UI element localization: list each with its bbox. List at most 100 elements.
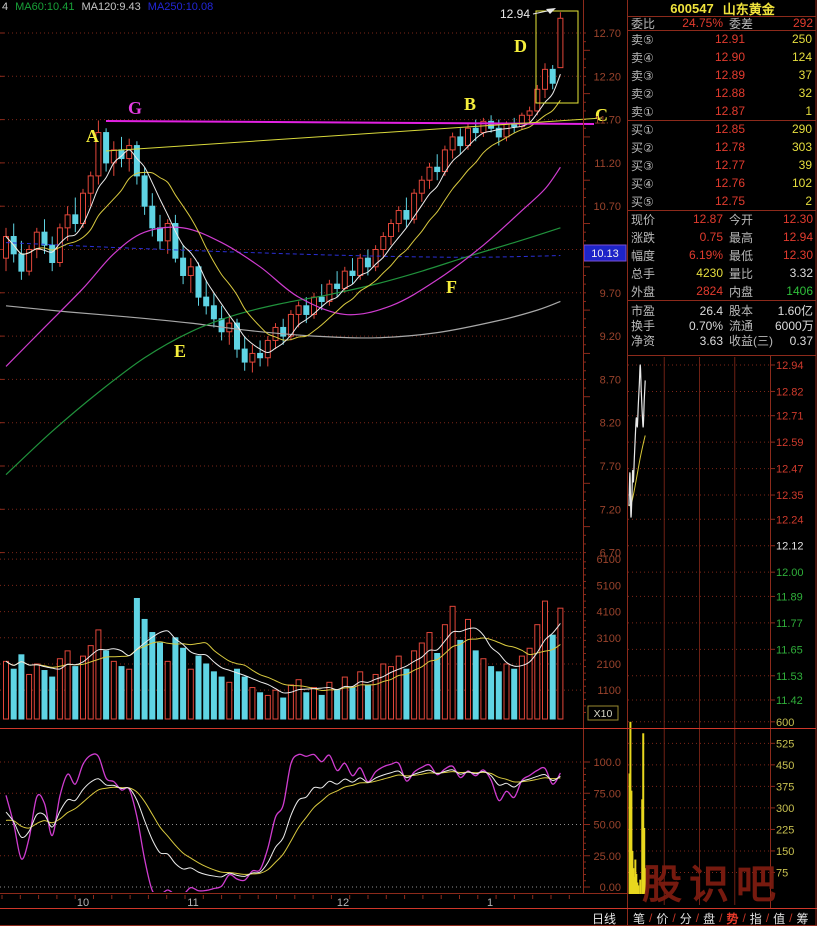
intraday-price-label: 11.77 [776, 618, 803, 630]
level-price[interactable]: 12.87 [667, 104, 745, 118]
volume-bar [50, 677, 55, 719]
annotation-letter-G: G [128, 98, 142, 118]
field-value: 12.30 [775, 212, 817, 226]
level-price[interactable]: 12.75 [667, 194, 745, 208]
ref-price-label: 10.13 [591, 248, 619, 260]
tab-0[interactable]: 笔 [630, 910, 648, 926]
month-label-1: 1 [487, 897, 493, 909]
field-label: 净资 [628, 332, 667, 349]
volume-bar [489, 667, 494, 719]
ma5-line [6, 74, 560, 352]
annotation-letter-B: B [464, 94, 476, 114]
ask-row-2[interactable]: 卖②12.8832 [628, 84, 817, 102]
period-tabs: 笔/价/分/盘/势/指/值/筹 [630, 910, 812, 926]
ma-indicator-header: 4MA60:10.41MA120:9.43MA250:10.08 [2, 1, 220, 13]
finance-block: 市盈26.4股本1.60亿换手0.70%流通6000万净资3.63收益(三)0.… [628, 303, 817, 348]
bid-row-1[interactable]: 买①12.85290 [628, 120, 817, 138]
month-label-12: 12 [337, 897, 349, 909]
volume-bar [404, 669, 409, 719]
ask-levels: 卖⑤12.91250卖④12.90124卖③12.8937卖②12.8832卖①… [628, 30, 817, 120]
ask-row-4[interactable]: 卖④12.90124 [628, 48, 817, 66]
price-axis-label: 10.70 [593, 201, 621, 213]
volume-bar [42, 671, 47, 719]
volume-bar [304, 693, 309, 719]
level-price[interactable]: 12.85 [667, 122, 745, 136]
candle-down [319, 297, 324, 301]
candle-up [427, 167, 432, 180]
level-label: 卖④ [628, 49, 667, 66]
ma60-line [6, 228, 560, 475]
tab-6[interactable]: 值 [770, 910, 788, 926]
volume-bar [419, 643, 424, 719]
intraday-vol-bar [644, 868, 646, 894]
finance-row-0: 市盈26.4股本1.60亿 [628, 303, 817, 318]
level-label: 买④ [628, 175, 667, 192]
field-value: 12.87 [667, 212, 723, 226]
finance-row-2: 净资3.63收益(三)0.37 [628, 333, 817, 348]
stats-block: 现价12.87今开12.30涨跌0.75最高12.94幅度6.19%最低12.3… [628, 210, 817, 300]
level-qty: 39 [745, 158, 817, 172]
level-qty: 124 [745, 50, 817, 64]
tab-1[interactable]: 价 [653, 910, 671, 926]
candle-up [127, 146, 132, 159]
weicha-value: 292 [775, 16, 817, 30]
bid-row-2[interactable]: 买②12.78303 [628, 138, 817, 156]
field-label: 幅度 [628, 247, 667, 264]
field-label: 涨跌 [628, 229, 667, 246]
candle-down [19, 254, 24, 271]
candle-up [4, 237, 9, 259]
ask-row-5[interactable]: 卖⑤12.91250 [628, 30, 817, 48]
ask-row-3[interactable]: 卖③12.8937 [628, 66, 817, 84]
level-price[interactable]: 12.90 [667, 50, 745, 64]
volume-bar [473, 651, 478, 719]
intraday-vol-label: 150 [776, 846, 794, 858]
level-price[interactable]: 12.89 [667, 68, 745, 82]
intraday-price-line [629, 365, 645, 517]
volume-bar [204, 664, 209, 719]
bid-row-3[interactable]: 买③12.7739 [628, 156, 817, 174]
bid-row-4[interactable]: 买④12.76102 [628, 174, 817, 192]
level-price[interactable]: 12.77 [667, 158, 745, 172]
trading-terminal: 12.94AGBCDEF12.7012.2011.7011.2010.709.7… [0, 0, 817, 926]
candle-down [73, 215, 78, 224]
volume-bar [19, 655, 24, 719]
level-label: 卖③ [628, 67, 667, 84]
candle-down [150, 206, 155, 228]
price-axis-label: 12.20 [593, 71, 621, 83]
level-price[interactable]: 12.88 [667, 86, 745, 100]
price-axis-label: 11.20 [594, 158, 621, 170]
intraday-price-label: 12.94 [776, 360, 804, 372]
volume-bar [365, 685, 370, 719]
bid-row-5[interactable]: 买⑤12.752 [628, 192, 817, 210]
candle-down [473, 128, 478, 132]
tab-5[interactable]: 指 [747, 910, 765, 926]
level-qty: 32 [745, 86, 817, 100]
volume-bar [265, 695, 270, 719]
field-value: 6.19% [667, 248, 723, 262]
level-price[interactable]: 12.91 [667, 32, 745, 46]
intraday-vol-label: 375 [776, 781, 794, 793]
level-price[interactable]: 12.78 [667, 140, 745, 154]
level-price[interactable]: 12.76 [667, 176, 745, 190]
field-label: 今开 [723, 211, 775, 228]
tab-4[interactable]: 势 [723, 910, 741, 926]
intraday-price-label: 11.42 [776, 695, 803, 707]
tab-2[interactable]: 分 [677, 910, 695, 926]
price-axis-label: 9.20 [600, 331, 621, 343]
price-axis-label: 9.70 [600, 288, 621, 300]
ma60-value: MA60:10.41 [15, 1, 74, 13]
tab-3[interactable]: 盘 [700, 910, 718, 926]
weibi-label: 委比 [628, 15, 667, 32]
level-qty: 2 [745, 194, 817, 208]
kdj-axis-label: 75.00 [593, 788, 621, 800]
tab-daily[interactable]: 日线 [592, 910, 624, 926]
weicha-label: 委差 [723, 15, 775, 32]
intraday-price-label: 12.47 [776, 464, 804, 476]
volume-bar [81, 656, 86, 719]
field-value: 0.37 [775, 334, 817, 348]
tab-7[interactable]: 筹 [794, 910, 812, 926]
field-value: 3.32 [775, 266, 817, 280]
ask-row-1[interactable]: 卖①12.871 [628, 102, 817, 120]
level-label: 买⑤ [628, 193, 667, 210]
ma120-value: MA120:9.43 [81, 1, 140, 13]
